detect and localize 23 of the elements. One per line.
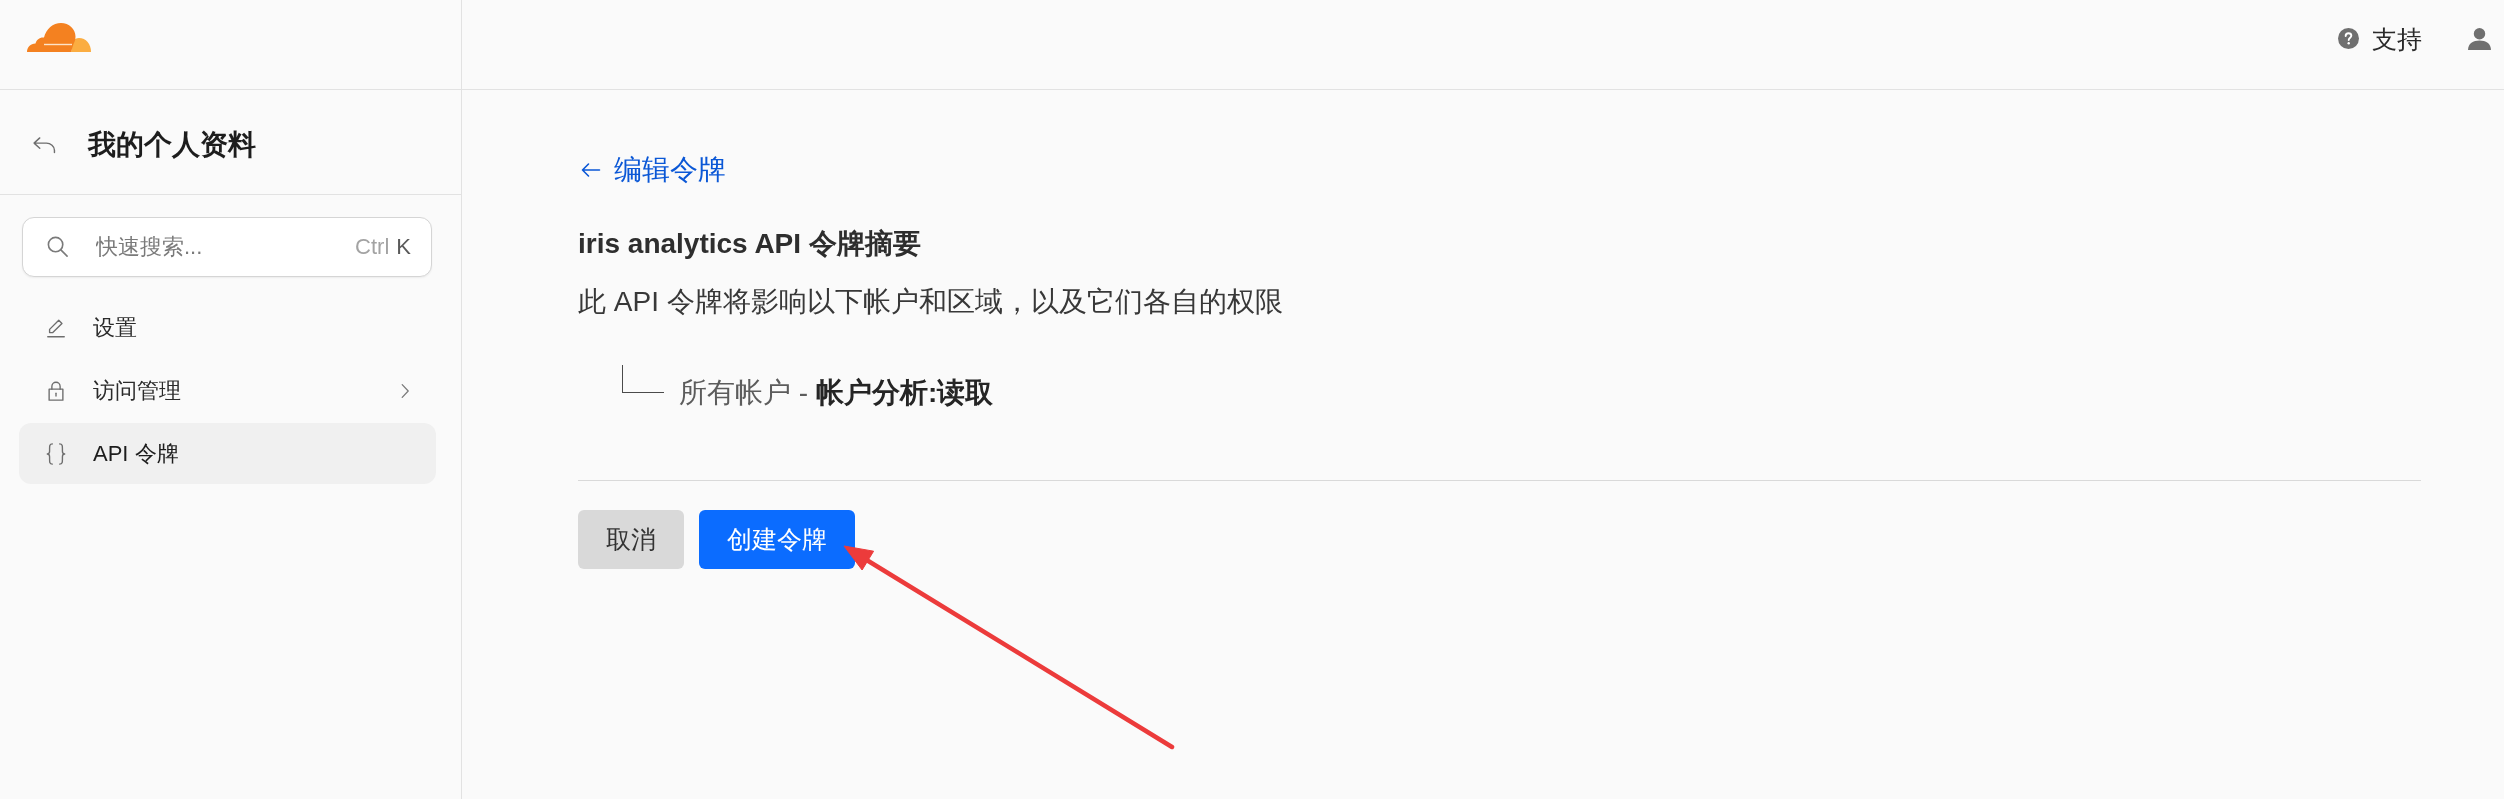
cloud-logo-icon[interactable] bbox=[27, 22, 91, 52]
nav-item[interactable]: 访问管理 bbox=[19, 360, 436, 421]
tree-connector bbox=[622, 365, 664, 393]
sidebar-title: 我的个人资料 bbox=[88, 128, 256, 162]
nav-item[interactable]: 设置 bbox=[19, 297, 436, 358]
support-link[interactable]: 支持 bbox=[2338, 23, 2422, 54]
cancel-button[interactable]: 取消 bbox=[578, 510, 684, 569]
arrow-left-icon bbox=[580, 160, 601, 180]
chevron-right-icon bbox=[400, 382, 410, 399]
user-icon[interactable] bbox=[2467, 27, 2492, 50]
scope-permission: 所有帐户 - 帐户分析:读取 bbox=[679, 376, 994, 410]
back-link[interactable]: 编辑令牌 bbox=[578, 150, 726, 190]
back-arrow-icon[interactable] bbox=[32, 136, 57, 154]
create-token-button[interactable]: 创建令牌 bbox=[699, 510, 855, 569]
shortcut-key: Ctrl bbox=[355, 234, 390, 260]
search-icon bbox=[46, 235, 69, 258]
summary-title: iris analytics API 令牌摘要 bbox=[578, 227, 921, 261]
help-icon bbox=[2338, 28, 2359, 49]
lock-icon bbox=[45, 379, 67, 402]
summary-description: 此 API 令牌将影响以下帐户和区域，以及它们各自的权限 bbox=[578, 285, 1283, 319]
shortcut-key: K bbox=[396, 234, 411, 260]
nav-item[interactable]: API 令牌 bbox=[19, 423, 436, 484]
braces-icon bbox=[45, 441, 67, 466]
